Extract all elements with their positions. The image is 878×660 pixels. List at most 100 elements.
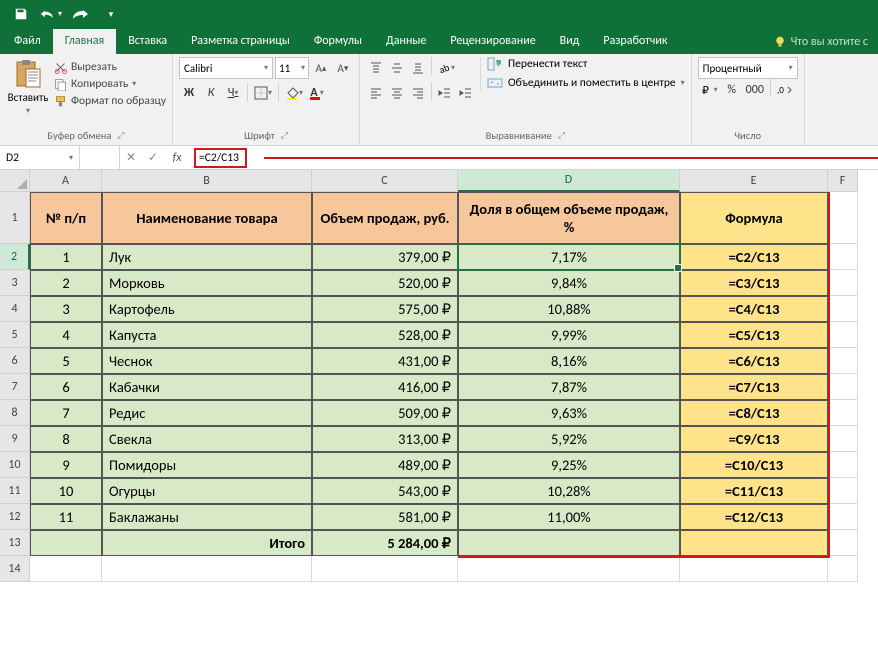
col-header-F[interactable]: F <box>828 170 858 192</box>
undo-icon[interactable]: ▾ <box>40 3 62 25</box>
redo-icon[interactable] <box>70 3 92 25</box>
underline-button[interactable]: Ч▾ <box>223 82 243 104</box>
cell[interactable]: Баклажаны <box>102 504 312 530</box>
align-center-icon[interactable] <box>387 82 407 104</box>
cell[interactable]: Лук <box>102 244 312 270</box>
row-header[interactable]: 12 <box>0 504 30 530</box>
tab-data[interactable]: Данные <box>374 29 438 54</box>
cell[interactable] <box>30 556 102 582</box>
cell[interactable]: 7,87% <box>458 374 680 400</box>
number-format-select[interactable]: Процентный▾ <box>698 57 798 79</box>
cell[interactable]: 2 <box>30 270 102 296</box>
paste-button[interactable]: Вставить ▾ <box>6 57 50 116</box>
cell[interactable]: Капуста <box>102 322 312 348</box>
font-name-select[interactable]: Calibri▾ <box>179 57 273 79</box>
cell[interactable]: Свекла <box>102 426 312 452</box>
cell[interactable]: 8 <box>30 426 102 452</box>
cell[interactable]: 4 <box>30 322 102 348</box>
cell[interactable]: 520,00 ₽ <box>312 270 458 296</box>
cell[interactable]: 7 <box>30 400 102 426</box>
increase-font-icon[interactable]: A▴ <box>311 57 331 79</box>
cell[interactable]: № п/п <box>30 192 102 244</box>
cell[interactable]: 11,00% <box>458 504 680 530</box>
select-all-corner[interactable] <box>0 170 30 192</box>
align-bottom-icon[interactable] <box>408 57 428 79</box>
cell[interactable]: =C3/C13 <box>680 270 828 296</box>
cell[interactable]: 7,17% <box>458 244 680 270</box>
increase-decimal-icon[interactable]: ,0 <box>775 79 795 101</box>
cell[interactable]: 416,00 ₽ <box>312 374 458 400</box>
cell[interactable]: =C10/C13 <box>680 452 828 478</box>
cell[interactable] <box>828 530 858 556</box>
tab-formulas[interactable]: Формулы <box>302 29 374 54</box>
cell[interactable]: Итого <box>102 530 312 556</box>
row-header[interactable]: 6 <box>0 348 30 374</box>
cell[interactable]: 9 <box>30 452 102 478</box>
cell[interactable]: 9,25% <box>458 452 680 478</box>
cell[interactable] <box>828 426 858 452</box>
cell[interactable]: Морковь <box>102 270 312 296</box>
percent-format-icon[interactable]: % <box>722 79 742 101</box>
cell[interactable]: 5 284,00 ₽ <box>312 530 458 556</box>
cell[interactable] <box>828 452 858 478</box>
cell[interactable]: 9,99% <box>458 322 680 348</box>
cell[interactable] <box>458 556 680 582</box>
decrease-font-icon[interactable]: A▾ <box>333 57 353 79</box>
font-color-button[interactable]: A▾ <box>307 82 327 104</box>
row-header[interactable]: 10 <box>0 452 30 478</box>
cell[interactable]: 8,16% <box>458 348 680 374</box>
decrease-indent-icon[interactable] <box>435 82 455 104</box>
cell[interactable]: 10,88% <box>458 296 680 322</box>
cell[interactable]: 379,00 ₽ <box>312 244 458 270</box>
row-header[interactable]: 4 <box>0 296 30 322</box>
qat-customize-icon[interactable]: ▾ <box>100 3 122 25</box>
tab-file[interactable]: Файл <box>2 29 53 54</box>
tell-me-search[interactable]: Что вы хотите с <box>764 30 878 54</box>
cell[interactable] <box>828 478 858 504</box>
accounting-format-icon[interactable]: ₽▾ <box>698 79 720 101</box>
align-right-icon[interactable] <box>408 82 428 104</box>
cell[interactable] <box>102 556 312 582</box>
cell[interactable]: 11 <box>30 504 102 530</box>
format-painter-button[interactable]: Формат по образцу <box>54 94 166 108</box>
cell[interactable]: Объем продаж, руб. <box>312 192 458 244</box>
cell[interactable]: 313,00 ₽ <box>312 426 458 452</box>
cell[interactable]: Огурцы <box>102 478 312 504</box>
formula-input[interactable]: =C2/C13 <box>190 146 878 169</box>
merge-center-button[interactable]: Объединить и поместить в центре▾ <box>487 76 685 90</box>
cell[interactable]: 489,00 ₽ <box>312 452 458 478</box>
cell[interactable]: =C7/C13 <box>680 374 828 400</box>
fill-color-button[interactable]: ▾ <box>283 82 305 104</box>
tab-insert[interactable]: Вставка <box>116 29 179 54</box>
cell[interactable]: Чеснок <box>102 348 312 374</box>
row-header[interactable]: 5 <box>0 322 30 348</box>
cell[interactable]: 10,28% <box>458 478 680 504</box>
cell[interactable]: =C8/C13 <box>680 400 828 426</box>
cell[interactable] <box>312 556 458 582</box>
cell[interactable]: 543,00 ₽ <box>312 478 458 504</box>
tab-review[interactable]: Рецензирование <box>438 29 547 54</box>
cell[interactable]: Картофель <box>102 296 312 322</box>
cell[interactable]: =C6/C13 <box>680 348 828 374</box>
row-header[interactable]: 2 <box>0 244 30 270</box>
row-header[interactable]: 14 <box>0 556 30 582</box>
cell[interactable] <box>828 244 858 270</box>
cell[interactable] <box>30 530 102 556</box>
row-header[interactable]: 3 <box>0 270 30 296</box>
align-middle-icon[interactable] <box>387 57 407 79</box>
cell[interactable]: 10 <box>30 478 102 504</box>
cell[interactable] <box>828 374 858 400</box>
increase-indent-icon[interactable] <box>456 82 476 104</box>
cell[interactable]: 575,00 ₽ <box>312 296 458 322</box>
cell[interactable]: 509,00 ₽ <box>312 400 458 426</box>
wrap-text-button[interactable]: Перенести текст <box>487 57 685 71</box>
cell[interactable]: =C9/C13 <box>680 426 828 452</box>
cancel-formula-icon[interactable]: ✕ <box>120 146 142 169</box>
row-header[interactable]: 11 <box>0 478 30 504</box>
align-launcher-icon[interactable]: ⤢ <box>558 130 565 141</box>
tab-view[interactable]: Вид <box>548 29 592 54</box>
cell[interactable]: 9,63% <box>458 400 680 426</box>
cell[interactable]: 5 <box>30 348 102 374</box>
save-icon[interactable] <box>10 3 32 25</box>
cell[interactable]: 3 <box>30 296 102 322</box>
